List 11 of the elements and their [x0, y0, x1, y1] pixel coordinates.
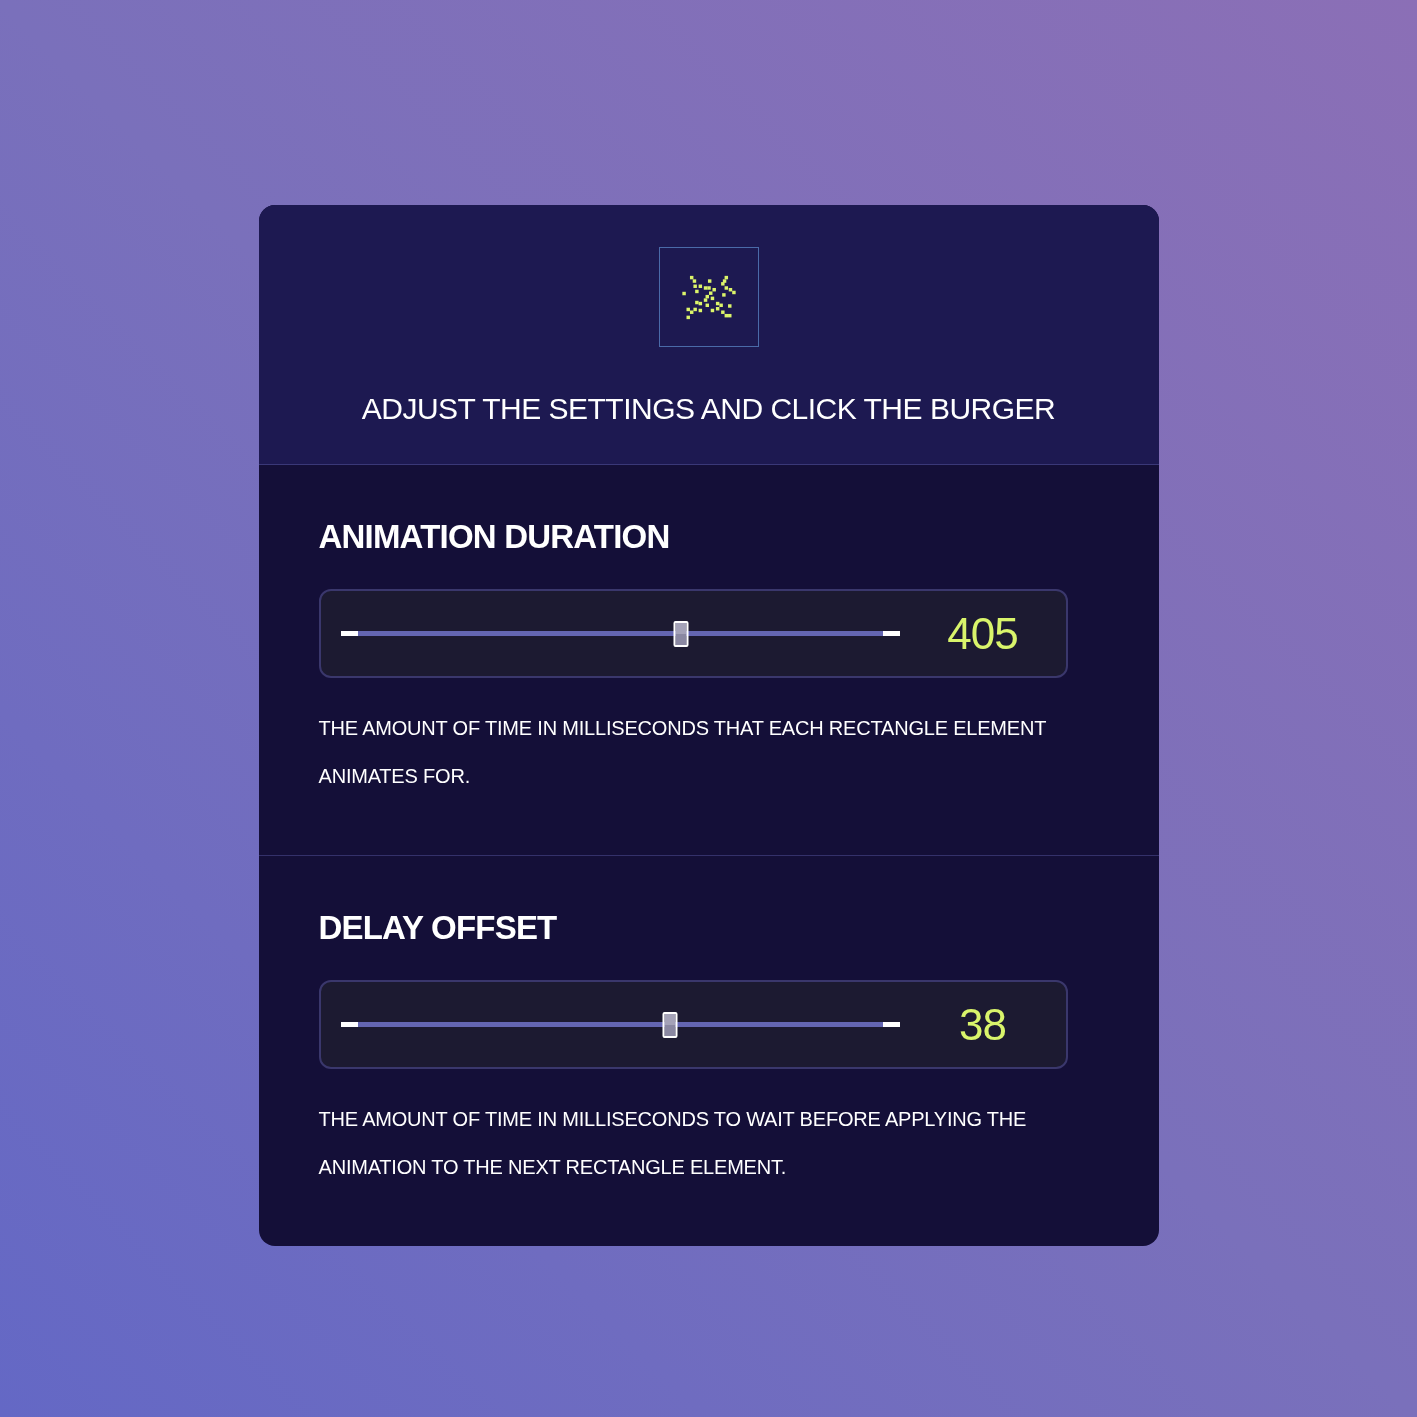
setting-label: DELAY OFFSET — [318, 908, 557, 948]
slider-value: 405 — [947, 607, 1018, 660]
setting-description: THE AMOUNT OF TIME IN MILLISECONDS THAT EACH RECTANGLE ELEMENT ANIMATES FOR. — [318, 716, 1047, 789]
header-title: ADJUST THE SETTINGS AND CLICK THE BURGER — [361, 391, 1056, 427]
slider-thumb[interactable] — [674, 620, 689, 647]
burger-button[interactable] — [658, 247, 759, 347]
setting-description: THE AMOUNT OF TIME IN MILLISECONDS TO WAIT BEFORE APPLYING THE ANIMATION TO THE NEXT RECTANGLE ELEMENT. — [318, 1107, 1028, 1180]
slider-value: 38 — [959, 998, 1006, 1051]
setting-label: ANIMATION DURATION — [318, 517, 670, 557]
pixel-scatter-icon — [681, 274, 736, 320]
slider-thumb[interactable] — [662, 1011, 678, 1038]
